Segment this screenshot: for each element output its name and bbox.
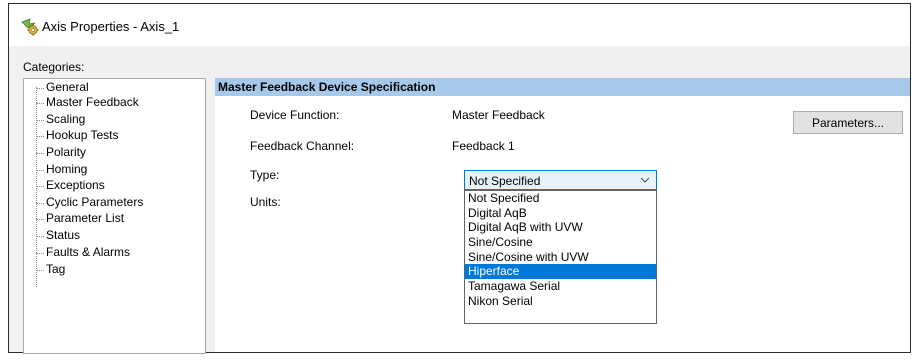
title-bar[interactable]: Axis Properties - Axis_1 [9,4,910,44]
category-cyclic-parameters[interactable]: Cyclic Parameters [36,195,143,211]
category-label: Master Feedback [46,95,139,109]
tree-branch [36,170,44,171]
category-tag[interactable]: Tag [36,262,65,278]
category-label: Parameter List [46,211,125,225]
category-homing[interactable]: Homing [36,162,87,178]
category-label: Tag [46,262,66,276]
type-select[interactable]: Not Specified [464,170,657,190]
dropdown-option[interactable]: Sine/Cosine with UVW [465,250,656,265]
tree-branch [36,88,44,89]
category-label: General [46,80,89,94]
chevron-down-icon[interactable] [640,177,650,183]
units-label: Units: [250,195,281,209]
category-master-feedback[interactable]: Master Feedback [36,95,139,111]
category-label: Homing [46,162,88,176]
category-polarity[interactable]: Polarity [36,145,86,161]
dropdown-option[interactable]: Not Specified [465,191,656,206]
dropdown-option[interactable]: Nikon Serial [465,294,656,309]
tree-branch [36,120,44,121]
feedback-channel-value: Feedback 1 [452,139,515,153]
tree-branch [36,153,44,154]
tree-branch [36,136,44,137]
category-scaling[interactable]: Scaling [36,112,85,128]
type-select-value: Not Specified [469,174,541,188]
device-function-label: Device Function: [250,108,340,122]
tree-branch [36,219,44,220]
tree-branch [36,253,44,254]
categories-tree[interactable]: General Master Feedback Scaling Hookup T… [23,78,206,354]
category-label: Cyclic Parameters [46,195,144,209]
category-label: Status [46,228,81,242]
section-header: Master Feedback Device Specification [215,78,910,96]
categories-label: Categories: [23,60,85,74]
tree-branch [36,103,44,104]
dropdown-option-highlighted[interactable]: Hiperface [465,264,656,280]
category-label: Faults & Alarms [46,245,131,259]
tree-branch [36,186,44,187]
type-label: Type: [250,168,280,182]
axis-properties-window: Axis Properties - Axis_1 Categories: Gen… [8,3,911,354]
axis-properties-icon [21,18,39,36]
tree-branch [36,270,44,271]
device-function-value: Master Feedback [452,108,545,122]
category-label: Hookup Tests [46,128,119,142]
category-label: Exceptions [46,178,105,192]
dropdown-option[interactable]: Sine/Cosine [465,235,656,250]
tree-branch [36,203,44,204]
dropdown-option[interactable]: Digital AqB with UVW [465,220,656,235]
category-label: Polarity [46,145,87,159]
category-status[interactable]: Status [36,228,80,244]
category-hookup-tests[interactable]: Hookup Tests [36,128,119,144]
dropdown-option[interactable]: Tamagawa Serial [465,279,656,294]
category-exceptions[interactable]: Exceptions [36,178,105,194]
category-general[interactable]: General [36,80,89,96]
feedback-channel-label: Feedback Channel: [250,139,355,153]
category-label: Scaling [46,112,86,126]
dropdown-option[interactable]: Digital AqB [465,206,656,221]
dialog-body: Categories: General Master Feedback Scal… [9,46,910,354]
tree-branch [36,236,44,237]
category-faults-alarms[interactable]: Faults & Alarms [36,245,130,261]
parameters-button[interactable]: Parameters... [793,111,903,134]
master-feedback-panel: Master Feedback Device Specification Dev… [215,78,910,352]
type-dropdown-list[interactable]: Not Specified Digital AqB Digital AqB wi… [464,190,657,324]
category-parameter-list[interactable]: Parameter List [36,211,124,227]
window-title: Axis Properties - Axis_1 [42,19,180,34]
